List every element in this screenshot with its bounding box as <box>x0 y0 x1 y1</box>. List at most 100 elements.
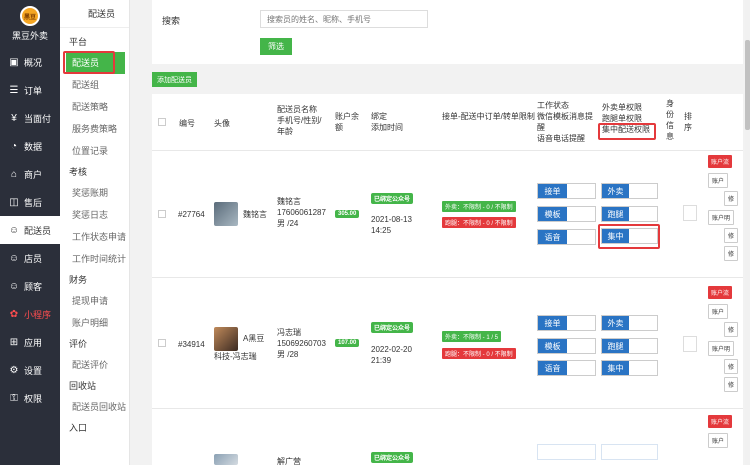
toggle-waimai-permission[interactable]: 外卖 <box>601 183 658 199</box>
subnav-group: 入口 <box>69 423 88 433</box>
edit-button[interactable]: 修 <box>724 191 739 206</box>
customer-icon: ☺ <box>8 280 20 292</box>
row-id: #27764 <box>178 210 205 219</box>
subnav-title: 配送员 <box>60 0 129 28</box>
subnav-link[interactable]: 奖惩账期 <box>60 182 129 204</box>
subnav-link[interactable]: 服务费策略 <box>60 118 129 140</box>
edit-button[interactable]: 修 <box>724 322 739 337</box>
edit-button-3[interactable]: 修 <box>724 377 739 392</box>
account-flow-button[interactable]: 账户流 <box>708 415 733 428</box>
bind-status-badge: 已绑定公众号 <box>371 193 414 204</box>
subnav-link[interactable]: 奖惩日志 <box>60 204 129 226</box>
avatar-subtitle: 科技-冯志瑞 <box>214 352 257 361</box>
subnav-link[interactable]: 配送组 <box>60 74 129 96</box>
gear-icon: ⚙ <box>9 364 19 376</box>
toggle-template-msg[interactable]: 模板 <box>537 206 596 222</box>
row-id: #34914 <box>178 340 205 349</box>
toggle-waimai-permission[interactable]: 外卖 <box>601 315 658 331</box>
col-identity: 身份信息 <box>666 99 674 141</box>
row-checkbox[interactable] <box>158 339 166 347</box>
subnav-group: 回收站 <box>69 381 97 391</box>
nav-item-label: 配送员 <box>24 225 52 236</box>
bind-status-badge: 已绑定公众号 <box>371 452 414 463</box>
subnav-link[interactable]: 账户明细 <box>60 312 129 334</box>
highlight-box-centralized-toggle <box>598 224 660 249</box>
toggle-accept-order[interactable] <box>537 444 596 460</box>
toggle-waimai-permission[interactable] <box>601 444 658 460</box>
subnav-link[interactable]: 工作时间统计 <box>60 248 129 270</box>
nav-item-dashboard[interactable]: ▣ 概况 <box>0 48 60 76</box>
nav-item-order[interactable]: ☰ 订单 <box>0 76 60 104</box>
subnav-link[interactable]: 提现申请 <box>60 290 129 312</box>
edit-button-2[interactable]: 修 <box>724 359 739 374</box>
subnav-link[interactable]: 位置记录 <box>60 140 129 162</box>
subnav-link[interactable]: 配送策略 <box>60 96 129 118</box>
nav-item-store[interactable]: ⌂ 商户 <box>0 160 60 188</box>
add-courier-button[interactable]: 添加配送员 <box>152 72 197 87</box>
account-flow-button[interactable]: 账户流 <box>708 155 733 168</box>
toggle-accept-order[interactable]: 接单 <box>537 183 596 199</box>
main-content: 搜索 筛选 添加配送员 编号 头像 配送员名称手机号/性别/年龄 账户余额 绑定… <box>130 0 745 465</box>
main-sidebar: 黑豆 黑豆外卖 ▣ 概况 ☰ 订单 ¥ 当面付 ◔ 数据 ⌂ 商户 ◫ 售后 ☺ 配送员 ☺ 店员 ☺ 顾客 ✿ 小程… <box>0 0 60 465</box>
toggle-voice-call[interactable]: 语音 <box>537 360 596 376</box>
select-all-checkbox[interactable] <box>158 118 166 126</box>
nav-item-permission[interactable]: ⚿ 权限 <box>0 384 60 412</box>
toggle-accept-order[interactable]: 接单 <box>537 315 596 331</box>
row-divider <box>152 277 743 278</box>
avatar-name: 魏铭言 <box>243 210 267 219</box>
bind-status-badge: 已绑定公众号 <box>371 322 414 333</box>
nav-item-label: 数据 <box>24 141 43 152</box>
account-button[interactable]: 账户 <box>708 173 729 188</box>
nav-item-aftersale[interactable]: ◫ 售后 <box>0 188 60 216</box>
toggle-paotui-permission[interactable]: 跑腿 <box>601 206 658 222</box>
page-scrollbar[interactable] <box>745 0 750 465</box>
subnav-group: 平台 <box>69 37 88 47</box>
nav-item-miniprogram[interactable]: ✿ 小程序 <box>0 300 60 328</box>
avatar <box>214 454 238 465</box>
identity-box[interactable] <box>683 336 697 352</box>
miniprogram-icon: ✿ <box>9 308 19 320</box>
nav-item-label: 概况 <box>24 57 43 68</box>
toggle-template-msg[interactable]: 模板 <box>537 338 596 354</box>
toggle-centralized-permission[interactable]: 集中 <box>601 360 658 376</box>
col-id: 编号 <box>179 119 195 128</box>
filter-button[interactable]: 筛选 <box>260 38 292 55</box>
limit-waimai: 外卖：不限制 - 0 / 不限制 <box>442 201 516 212</box>
nav-item-user[interactable]: ☺ 配送员 <box>0 216 60 244</box>
brand-name: 黑豆外卖 <box>11 31 48 41</box>
search-input[interactable] <box>260 10 428 28</box>
edit-button-3[interactable]: 修 <box>724 246 739 261</box>
apps-icon: ⊞ <box>9 336 19 348</box>
permission-icon: ⚿ <box>10 392 18 404</box>
aftersale-icon: ◫ <box>9 196 19 208</box>
brand: 黑豆 黑豆外卖 <box>0 0 60 48</box>
col-avatar: 头像 <box>214 119 230 128</box>
nav-item-label: 权限 <box>24 393 43 404</box>
header-divider <box>152 150 743 151</box>
col-info: 配送员名称 手机号/性别/年龄 <box>277 105 322 136</box>
subnav-link[interactable]: 配送员回收站 <box>60 396 129 418</box>
nav-item-customer[interactable]: ☺ 顾客 <box>0 272 60 300</box>
toggle-voice-call[interactable]: 语音 <box>537 229 596 245</box>
store-icon: ⌂ <box>10 168 18 180</box>
row-checkbox[interactable] <box>158 210 166 218</box>
edit-button-2[interactable]: 修 <box>724 228 739 243</box>
subnav-link[interactable]: 配送评价 <box>60 354 129 376</box>
account-detail-button[interactable]: 账户明 <box>708 210 735 225</box>
nav-item-label: 当面付 <box>24 113 52 124</box>
nav-item-apps[interactable]: ⊞ 应用 <box>0 328 60 356</box>
account-button[interactable]: 账户 <box>708 304 729 319</box>
nav-item-chart[interactable]: ◔ 数据 <box>0 132 60 160</box>
toggle-paotui-permission[interactable]: 跑腿 <box>601 338 658 354</box>
courier-table: 编号 头像 配送员名称 手机号/性别/年龄 账户余额 绑定 添加时间 接单-配送中订… <box>152 94 743 465</box>
order-icon: ☰ <box>9 84 19 96</box>
account-button[interactable]: 账户 <box>708 433 729 448</box>
account-flow-button[interactable]: 账户流 <box>708 286 733 299</box>
nav-item-pay[interactable]: ¥ 当面付 <box>0 104 60 132</box>
nav-item-staff[interactable]: ☺ 店员 <box>0 244 60 272</box>
subnav-link[interactable]: 工作状态申请 <box>60 226 129 248</box>
nav-item-gear[interactable]: ⚙ 设置 <box>0 356 60 384</box>
scrollbar-thumb[interactable] <box>745 40 750 130</box>
account-detail-button[interactable]: 账户明 <box>708 341 735 356</box>
identity-box[interactable] <box>683 205 697 221</box>
